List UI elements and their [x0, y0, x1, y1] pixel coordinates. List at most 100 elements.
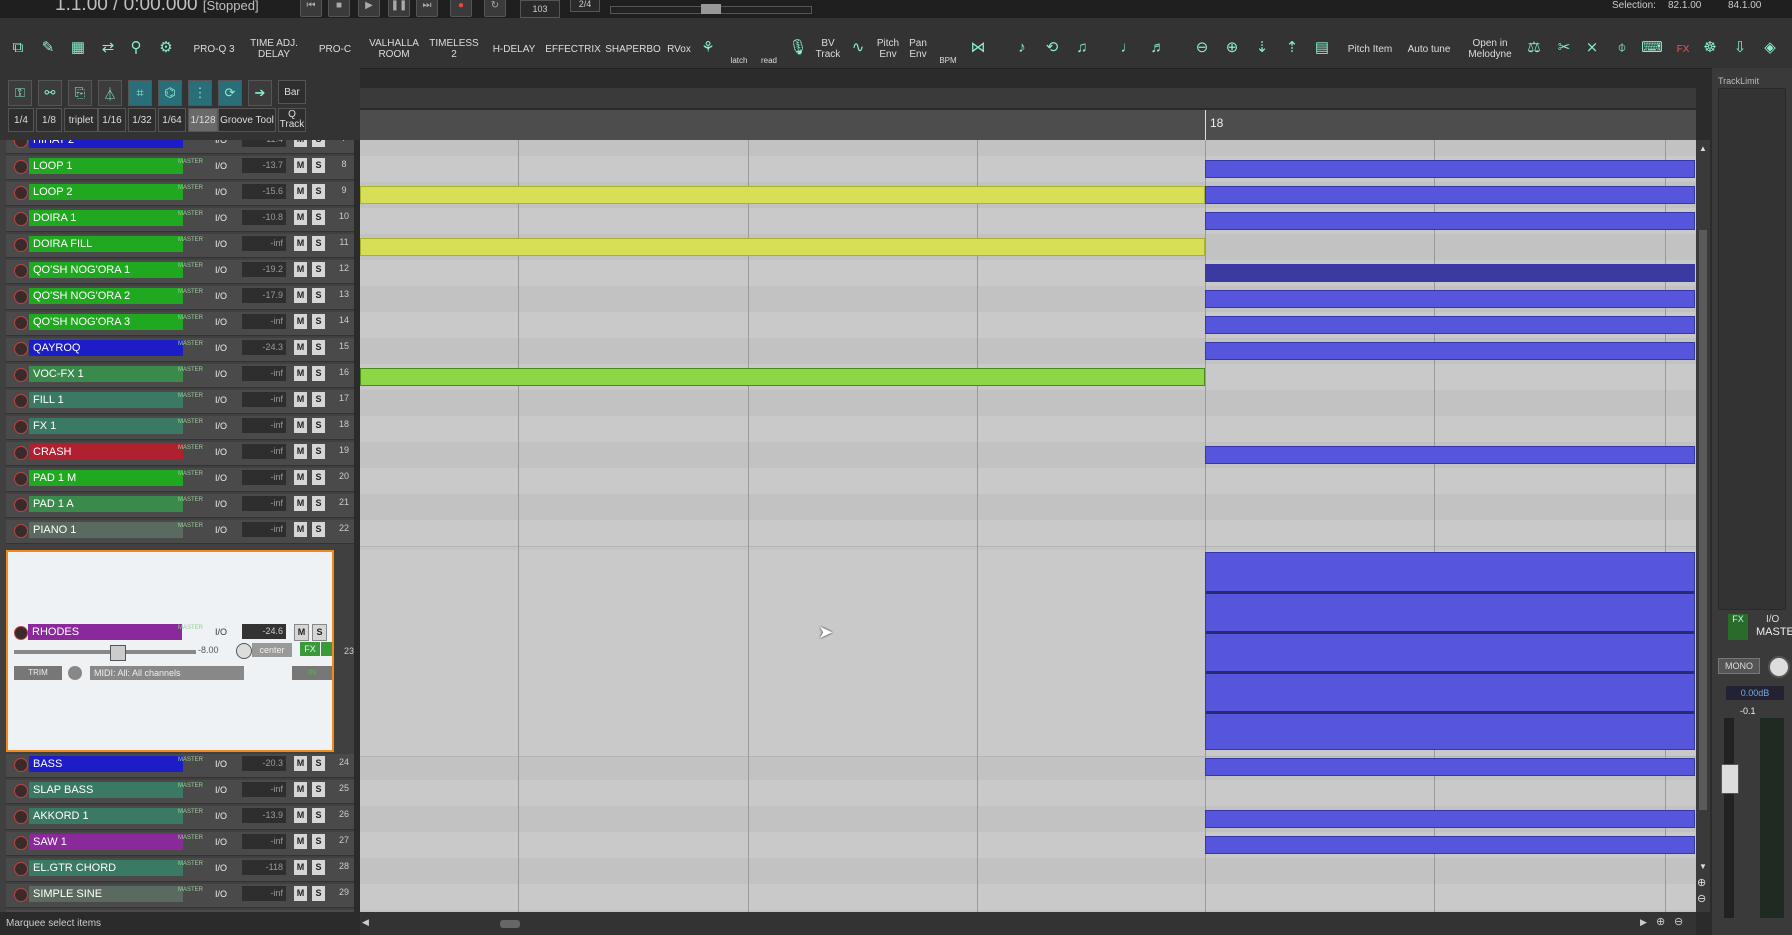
mute-button[interactable]: M	[294, 834, 307, 849]
track-lane[interactable]	[360, 780, 1696, 807]
track-row-9[interactable]: VOC-FX 1 MASTER I/O -inf M S 16	[6, 364, 354, 388]
solo-button[interactable]: S	[312, 886, 325, 901]
media-item[interactable]	[1205, 836, 1695, 854]
selection-start[interactable]: 82.1.00	[1668, 0, 1701, 11]
mute-button[interactable]: M	[294, 262, 307, 277]
mute-button[interactable]: M	[294, 366, 307, 381]
pause-button[interactable]: ❚❚	[388, 0, 410, 17]
track-name[interactable]: VOC-FX 1	[29, 366, 183, 382]
track-row-15[interactable]: PIANO 1 MASTER I/O -inf M S 22	[6, 520, 354, 544]
mute-button[interactable]: M	[294, 418, 307, 433]
volume-readout[interactable]: -24.6	[242, 624, 286, 639]
midi-input-select[interactable]: MIDI: All: All channels	[90, 666, 244, 680]
ripple-icon[interactable]: ⌗	[128, 80, 152, 106]
media-item[interactable]	[360, 186, 1205, 204]
track-name[interactable]: QAYROQ	[29, 340, 183, 356]
media-item[interactable]	[1205, 758, 1695, 776]
track-name[interactable]: CRASH	[29, 444, 183, 460]
timesig-box[interactable]: 2/4	[570, 0, 600, 12]
record-arm-icon[interactable]	[14, 498, 28, 512]
zoom-out-v-icon[interactable]: ⊖	[1697, 892, 1706, 905]
io-button[interactable]: I/O	[210, 886, 232, 902]
track-name[interactable]: PAD 1 M	[29, 470, 183, 486]
track-lane[interactable]	[360, 416, 1696, 443]
mute-button[interactable]: M	[294, 782, 307, 797]
mute-button[interactable]: M	[294, 236, 307, 251]
wave-icon[interactable]: ∿	[846, 34, 870, 60]
mute-button[interactable]: M	[294, 756, 307, 771]
record-arm-icon[interactable]	[14, 290, 28, 304]
track-lane[interactable]	[360, 468, 1696, 495]
stop-button[interactable]: ■	[328, 0, 350, 17]
io-button[interactable]: I/O	[210, 140, 232, 148]
pitch-env-button[interactable]: Pitch Env	[874, 32, 902, 66]
volume-readout[interactable]: -inf	[242, 470, 286, 485]
fx-button-pro-c[interactable]: PRO-C	[310, 32, 360, 66]
volume-readout[interactable]: -inf	[242, 444, 286, 459]
track-row-6[interactable]: QO'SH NOG'ORA 2 MASTER I/O -17.9 M S 13	[6, 286, 354, 310]
volume-readout[interactable]: -17.9	[242, 288, 286, 303]
track-name[interactable]: LOOP 1	[29, 158, 183, 174]
pan-readout[interactable]: center	[252, 643, 292, 657]
record-arm-icon[interactable]	[14, 212, 28, 226]
track-name[interactable]: DOIRA FILL	[29, 236, 183, 252]
track-name[interactable]: QO'SH NOG'ORA 2	[29, 288, 183, 304]
note-add-icon[interactable]: ♩	[1116, 34, 1140, 60]
div-triplet[interactable]: triplet	[64, 108, 98, 132]
play-button[interactable]: ▶	[358, 0, 380, 17]
record-arm-icon[interactable]	[14, 394, 28, 408]
mute-button[interactable]: M	[294, 860, 307, 875]
keyboard-icon[interactable]: ⌨	[1640, 34, 1664, 60]
record-arm-icon[interactable]	[14, 264, 28, 278]
open-melodyne-button[interactable]: Open in Melodyne	[1462, 32, 1518, 66]
track-row-16[interactable]: BASS MASTER I/O -20.3 M S 24	[6, 754, 354, 778]
track-row-7[interactable]: QO'SH NOG'ORA 3 MASTER I/O -inf M S 14	[6, 312, 354, 336]
track-lane[interactable]	[360, 884, 1696, 911]
volume-readout[interactable]: -13.7	[242, 158, 286, 173]
record-arm-icon[interactable]	[14, 368, 28, 382]
zoom-out-h-icon[interactable]: ⊖	[1674, 915, 1683, 928]
solo-button[interactable]: S	[312, 314, 325, 329]
fx-power-icon[interactable]	[321, 642, 332, 656]
solo-button[interactable]: S	[312, 140, 325, 147]
solo-button[interactable]: S	[312, 782, 325, 797]
latch-button[interactable]: latch	[726, 32, 752, 66]
loop-region-icon[interactable]: ⟲	[1040, 34, 1064, 60]
io-button[interactable]: I/O	[210, 184, 232, 200]
io-button[interactable]: I/O	[210, 860, 232, 876]
io-button[interactable]: I/O	[210, 522, 232, 538]
solo-button[interactable]: S	[312, 860, 325, 875]
io-button[interactable]: I/O	[210, 262, 232, 278]
record-arm-icon[interactable]	[14, 836, 28, 850]
lock-icon[interactable]: ⌬	[158, 80, 182, 106]
item-props-icon[interactable]: ⚿	[8, 80, 32, 106]
track-row-5[interactable]: QO'SH NOG'ORA 1 MASTER I/O -19.2 M S 12	[6, 260, 354, 284]
media-item[interactable]	[1205, 160, 1695, 178]
track-row-4[interactable]: DOIRA FILL MASTER I/O -inf M S 11	[6, 234, 354, 258]
read-button[interactable]: read	[756, 32, 782, 66]
scroll-right-icon[interactable]: ▶	[1640, 917, 1647, 928]
volume-readout[interactable]: -inf	[242, 392, 286, 407]
solo-button[interactable]: S	[312, 210, 325, 225]
groove-tool-button[interactable]: Groove Tool	[218, 108, 276, 132]
track-name[interactable]: AKKORD 1	[29, 808, 183, 824]
solo-button[interactable]: S	[312, 340, 325, 355]
mono-button[interactable]: MONO	[1718, 658, 1760, 674]
timeline-ruler[interactable]: 18	[360, 110, 1696, 140]
master-io-button[interactable]: I/O	[1766, 614, 1779, 625]
grid-lines-icon[interactable]: ⋮	[188, 80, 212, 106]
solo-button[interactable]: S	[312, 262, 325, 277]
io-button[interactable]: I/O	[210, 834, 232, 850]
vertical-scrollbar[interactable]: ▲ ▼ ⊕ ⊖	[1696, 140, 1710, 912]
volume-readout[interactable]: -20.3	[242, 756, 286, 771]
phase-icon[interactable]	[68, 666, 82, 680]
note-up-icon[interactable]: ♫	[1070, 34, 1094, 60]
mute-button[interactable]: M	[294, 210, 307, 225]
fx-button-effectrix[interactable]: EFFECTRIX	[544, 32, 602, 66]
scroll-up-icon[interactable]: ▲	[1699, 144, 1707, 153]
go-end-button[interactable]: ⏭	[416, 0, 438, 17]
io-button[interactable]: I/O	[210, 314, 232, 330]
mute-button[interactable]: M	[294, 314, 307, 329]
track-row-18[interactable]: AKKORD 1 MASTER I/O -13.9 M S 26	[6, 806, 354, 830]
fx-button-rvox[interactable]: RVox	[664, 32, 694, 66]
